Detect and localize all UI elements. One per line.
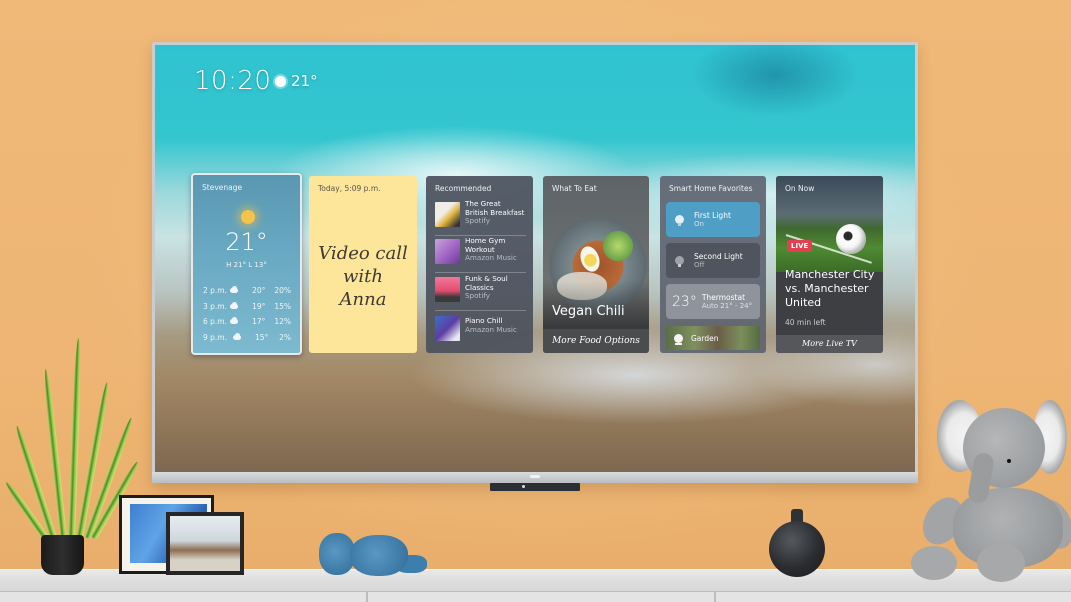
item-source: Spotify [465, 216, 490, 226]
tv-logo [530, 475, 540, 478]
sticky-note-card[interactable]: Today, 5:09 p.m. Video call with Anna [309, 176, 417, 353]
what-to-eat-card[interactable]: What To Eat Vegan Chili More Food Option… [543, 176, 649, 353]
header-temperature: 21° [291, 72, 318, 90]
more-live-tv-button[interactable]: More Live TV [776, 335, 883, 353]
note-line: Anna [339, 289, 387, 310]
weather-card[interactable]: Stevenage 21° H 21° L 13° 2 p.m. 20° 20%… [191, 173, 302, 355]
first-light-toggle[interactable]: First Light On [666, 202, 760, 237]
item-source: Amazon Music [465, 324, 517, 334]
cloud-icon [230, 317, 239, 325]
item-source: Spotify [465, 291, 490, 301]
food-image [603, 231, 633, 261]
forecast-row: 9 p.m. 15° 2% [203, 330, 291, 346]
match-title-line: vs. Manchester [785, 282, 869, 295]
device-state: On [694, 219, 704, 228]
forecast-precip: 2% [279, 332, 291, 342]
shelf-front [0, 591, 1071, 602]
light-bulb-icon [675, 215, 684, 226]
forecast-time: 9 p.m. [203, 332, 227, 342]
recommended-item[interactable]: The Great British Breakfast Spotify [435, 199, 526, 236]
more-food-options-button[interactable]: More Food Options [543, 329, 649, 353]
light-bulb-icon [675, 256, 684, 267]
forecast-precip: 15% [274, 301, 291, 311]
photo-frame [166, 512, 244, 575]
on-now-card[interactable]: On Now LIVE Manchester City vs. Manchest… [776, 176, 883, 353]
device-name: Second Light [694, 251, 743, 261]
forecast-temp: 15° [255, 332, 269, 342]
recommended-item[interactable]: Piano Chill Amazon Music [435, 314, 526, 350]
sun-icon [241, 210, 255, 224]
album-art-thumbnail [435, 277, 460, 302]
header-weather[interactable]: 21° [275, 72, 318, 90]
weather-location: Stevenage [202, 183, 243, 192]
device-state: Off [694, 260, 705, 269]
thermostat-tile[interactable]: 23° Thermostat Auto 21° - 24° [666, 284, 760, 319]
forecast-temp: 19° [252, 301, 266, 311]
cloud-icon [230, 286, 239, 294]
camera-name: Garden [691, 333, 719, 343]
cloud-icon [230, 301, 239, 309]
hourly-forecast: 2 p.m. 20° 20% 3 p.m. 19° 15% 6 p.m. 17°… [203, 283, 291, 345]
forecast-row: 3 p.m. 19° 15% [203, 299, 291, 315]
cloud-icon [232, 332, 241, 340]
note-line: Video call [318, 243, 408, 264]
smart-home-title: Smart Home Favorites [669, 184, 753, 193]
forecast-time: 6 p.m. [203, 317, 227, 327]
recommended-item[interactable]: Home Gym Workout Amazon Music [435, 236, 526, 273]
note-timestamp: Today, 5:09 p.m. [318, 184, 381, 193]
time-remaining: 40 min left [785, 318, 826, 327]
device-name: First Light [694, 210, 731, 220]
forecast-row: 6 p.m. 17° 12% [203, 314, 291, 330]
food-image [577, 243, 603, 275]
dish-name: Vegan Chili [552, 304, 625, 319]
weather-high-low: H 21° L 13° [226, 261, 267, 269]
live-badge: LIVE [787, 240, 813, 252]
forecast-time: 3 p.m. [203, 301, 227, 311]
forecast-precip: 12% [274, 317, 291, 327]
recommended-title: Recommended [435, 184, 492, 193]
thermostat-mode: Auto 21° - 24° [701, 301, 753, 310]
match-title-line: United [785, 296, 822, 309]
food-card-title: What To Eat [552, 184, 597, 193]
recommended-card[interactable]: Recommended The Great British Breakfast … [426, 176, 533, 353]
garden-camera-tile[interactable]: Garden [666, 326, 760, 350]
camera-lens-icon [522, 485, 525, 488]
forecast-row: 2 p.m. 20° 20% [203, 283, 291, 299]
sun-icon [275, 75, 286, 87]
weather-temperature: 21° [225, 228, 268, 256]
thermostat-name: Thermostat [701, 292, 746, 302]
forecast-precip: 20% [274, 286, 291, 296]
match-title-line: Manchester City [785, 268, 875, 281]
thermostat-temperature: 23° [672, 293, 697, 310]
on-now-title: On Now [785, 184, 815, 193]
forecast-time: 2 p.m. [203, 286, 227, 296]
recommended-item[interactable]: Funk & Soul Classics Spotify [435, 274, 526, 311]
album-art-thumbnail [435, 316, 460, 341]
item-source: Amazon Music [465, 253, 517, 263]
football-image [836, 224, 866, 254]
smart-home-card: Smart Home Favorites First Light On Seco… [660, 176, 766, 353]
forecast-temp: 20° [252, 286, 266, 296]
album-art-thumbnail [435, 202, 460, 227]
tv-camera-bar [490, 483, 580, 491]
clock: 10:20 [194, 66, 272, 96]
second-light-toggle[interactable]: Second Light Off [666, 243, 760, 278]
forecast-temp: 17° [252, 317, 266, 327]
camera-icon [674, 333, 683, 345]
note-text: Video call with Anna [309, 242, 417, 311]
match-title: Manchester City vs. Manchester United [785, 268, 877, 310]
stuffed-elephant [905, 398, 1071, 582]
plant-pot [41, 535, 84, 575]
album-art-thumbnail [435, 239, 460, 264]
vase [769, 509, 825, 577]
note-line: with [343, 266, 383, 287]
